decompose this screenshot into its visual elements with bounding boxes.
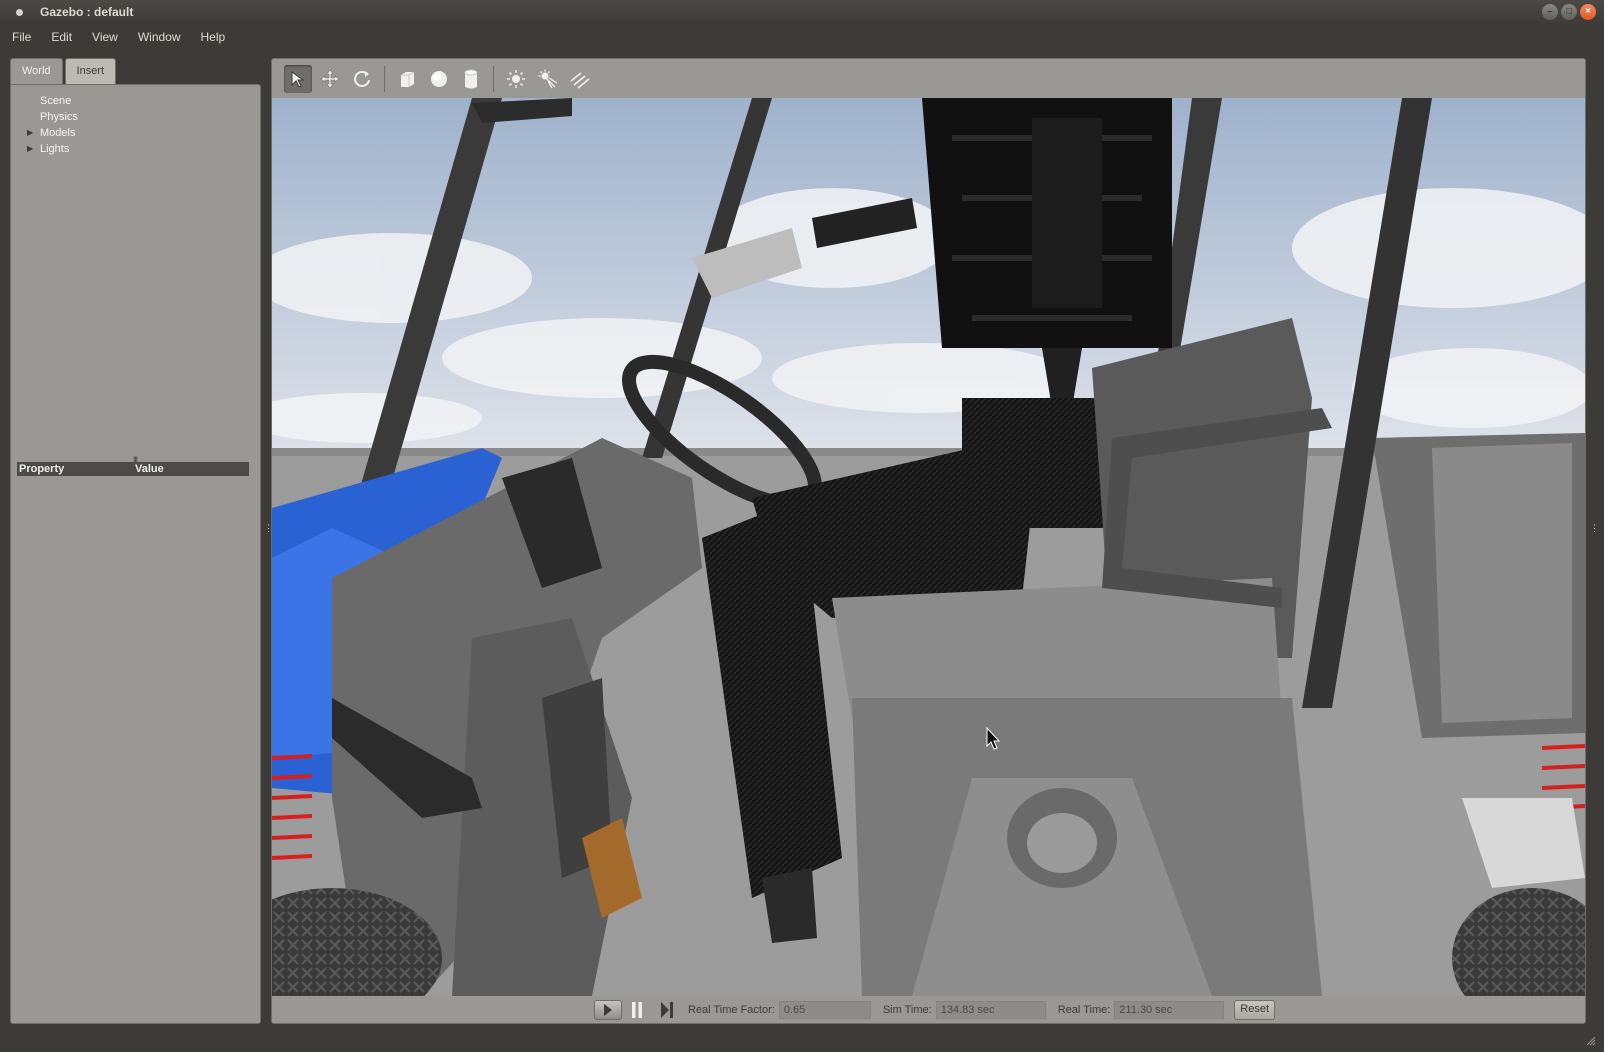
tree-item-label: Models bbox=[40, 127, 76, 139]
simulation-bar: Real Time Factor: 0.65 Sim Time: 134.83 … bbox=[272, 996, 1585, 1023]
step-button[interactable] bbox=[652, 1000, 682, 1020]
menu-file[interactable]: File bbox=[12, 25, 41, 49]
box-icon[interactable] bbox=[393, 65, 421, 93]
pause-button[interactable] bbox=[622, 1000, 652, 1020]
render-panel: Real Time Factor: 0.65 Sim Time: 134.83 … bbox=[271, 58, 1586, 1024]
play-icon bbox=[604, 1003, 612, 1016]
left-panel-tabs: World Insert bbox=[10, 58, 118, 84]
tab-world[interactable]: World bbox=[10, 58, 63, 84]
real-time-label: Real Time: bbox=[1057, 1003, 1111, 1016]
property-table-header: Property Value bbox=[17, 462, 249, 476]
window-controls: – □ × bbox=[1542, 4, 1596, 20]
sim-time-value: 134.83 sec bbox=[935, 1000, 1046, 1019]
sphere-icon[interactable] bbox=[425, 65, 453, 93]
render-toolbar bbox=[272, 59, 1585, 99]
left-splitter-handle[interactable]: ⋮ bbox=[264, 523, 273, 534]
tab-insert[interactable]: Insert bbox=[64, 58, 117, 84]
right-splitter-handle[interactable]: ⋮ bbox=[1590, 523, 1599, 534]
tree-item-physics[interactable]: Physics bbox=[25, 109, 78, 125]
menu-window[interactable]: Window bbox=[138, 25, 191, 49]
tree-item-models[interactable]: ▶ Models bbox=[25, 125, 78, 141]
point-light-icon[interactable] bbox=[502, 65, 530, 93]
maximize-icon[interactable]: □ bbox=[1561, 4, 1577, 20]
directional-light-icon[interactable] bbox=[566, 65, 594, 93]
reset-button[interactable]: Reset bbox=[1234, 999, 1276, 1020]
toolbar-separator bbox=[384, 66, 385, 92]
expand-arrow-icon[interactable]: ▶ bbox=[27, 141, 33, 157]
play-button[interactable] bbox=[594, 999, 622, 1020]
tree-item-label: Lights bbox=[40, 143, 70, 155]
left-panel: World Insert Scene Physics ▶ Models ▶ Ligh… bbox=[10, 58, 261, 1024]
toolbar-separator bbox=[493, 66, 494, 92]
tree-item-label: Scene bbox=[40, 95, 72, 107]
pause-icon bbox=[632, 1001, 642, 1018]
step-icon bbox=[661, 1001, 673, 1018]
expand-arrow-icon[interactable]: ▶ bbox=[27, 125, 33, 141]
real-time-factor-value: 0.65 bbox=[778, 1000, 871, 1019]
rotate-icon[interactable] bbox=[348, 65, 376, 93]
select-arrow-icon[interactable] bbox=[284, 65, 312, 93]
menu-view[interactable]: View bbox=[92, 25, 128, 49]
window-menu-icon[interactable] bbox=[16, 9, 23, 16]
window-titlebar: Gazebo : default – □ × bbox=[0, 0, 1604, 25]
close-icon[interactable]: × bbox=[1580, 4, 1596, 20]
cylinder-icon[interactable] bbox=[457, 65, 485, 93]
real-time-factor-label: Real Time Factor: bbox=[688, 1003, 775, 1016]
menu-bar: File Edit View Window Help bbox=[0, 25, 1604, 49]
real-time-value: 211.30 sec bbox=[1114, 1000, 1225, 1019]
translate-icon[interactable] bbox=[316, 65, 344, 93]
window-title: Gazebo : default bbox=[40, 5, 134, 19]
sim-time-label: Sim Time: bbox=[882, 1003, 932, 1016]
tree-item-lights[interactable]: ▶ Lights bbox=[25, 141, 78, 157]
spot-light-icon[interactable] bbox=[534, 65, 562, 93]
property-column-header[interactable]: Property bbox=[19, 463, 64, 475]
tree-item-scene[interactable]: Scene bbox=[25, 93, 78, 109]
3d-viewport[interactable] bbox=[272, 98, 1585, 996]
world-tree: Scene Physics ▶ Models ▶ Lights bbox=[25, 93, 78, 157]
scene-render bbox=[272, 98, 1585, 996]
menu-edit[interactable]: Edit bbox=[51, 25, 82, 49]
menu-help[interactable]: Help bbox=[201, 25, 236, 49]
minimize-icon[interactable]: – bbox=[1542, 4, 1558, 20]
resize-grip-icon[interactable] bbox=[1586, 1036, 1596, 1046]
tree-item-label: Physics bbox=[40, 111, 78, 123]
value-column-header[interactable]: Value bbox=[135, 463, 164, 475]
world-panel: Scene Physics ▶ Models ▶ Lights ||| Proper… bbox=[10, 84, 261, 1024]
